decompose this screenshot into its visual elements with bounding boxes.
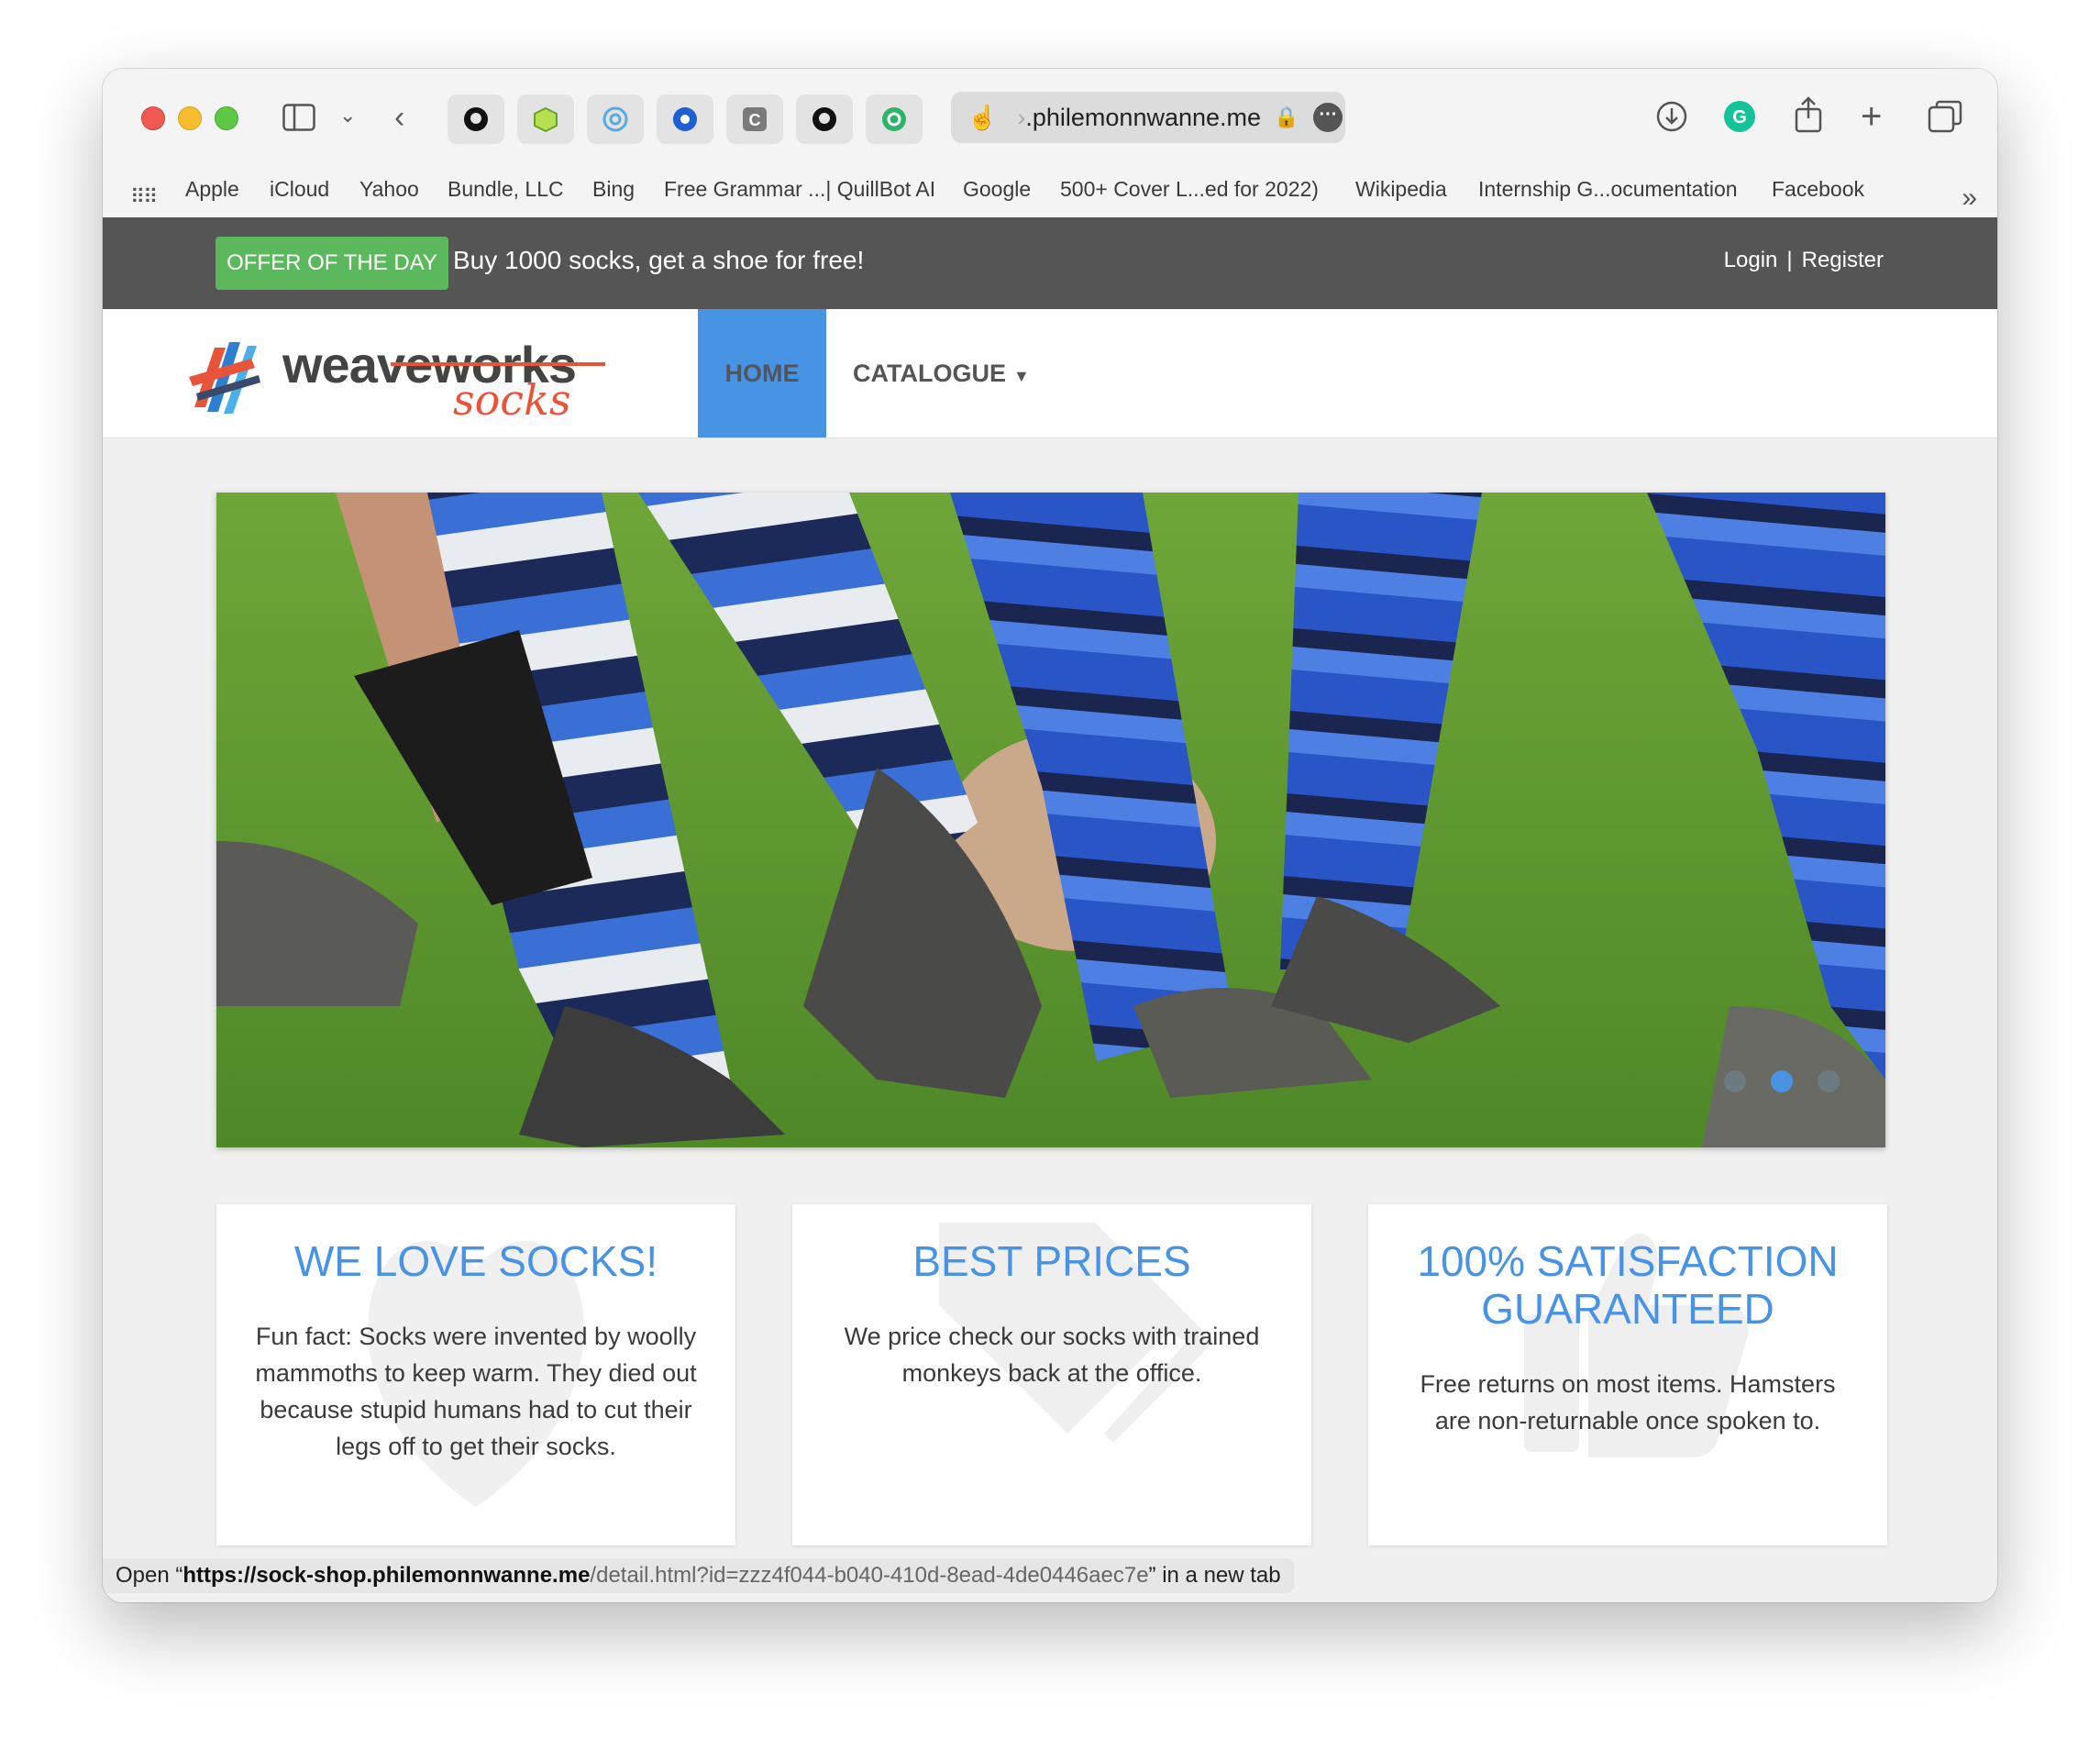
- logo-socks-text: socks: [453, 375, 571, 425]
- chevron-double-right-icon[interactable]: »: [1962, 183, 1977, 214]
- bookmark-internship[interactable]: Internship G...ocumentation: [1478, 177, 1738, 202]
- offer-top-bar: OFFER OF THE DAY Buy 1000 socks, get a s…: [103, 217, 1997, 309]
- refresh-extension-icon[interactable]: [866, 94, 923, 144]
- at-extension-icon[interactable]: [587, 94, 644, 144]
- auth-links: Login | Register: [1724, 248, 1884, 273]
- web-page: OFFER OF THE DAY Buy 1000 socks, get a s…: [103, 217, 1997, 1602]
- share-icon[interactable]: [1793, 96, 1824, 138]
- feature-title: WE LOVE SOCKS!: [293, 1237, 658, 1285]
- nav-catalogue-label: CATALOGUE: [853, 360, 1006, 387]
- cube-extension-icon[interactable]: [517, 94, 574, 144]
- feature-title: BEST PRICES: [912, 1237, 1191, 1285]
- lock-icon: 🔒: [1274, 105, 1299, 128]
- main-navbar: weaveworks socks HOME CATALOGUE ▼: [103, 309, 1997, 438]
- bookmark-cover-letter[interactable]: 500+ Cover L...ed for 2022): [1060, 177, 1319, 202]
- status-url-domain: https://sock-shop.philemonnwanne.me: [182, 1563, 591, 1588]
- weaveworks-socks-logo[interactable]: weaveworks socks: [187, 329, 605, 425]
- github-extension-icon[interactable]: [448, 94, 504, 144]
- feature-text: Fun fact: Socks were invented by woolly …: [255, 1323, 697, 1460]
- address-url: ›.philemonnwanne.me: [1017, 103, 1262, 131]
- tabs-overview-icon[interactable]: [1928, 100, 1962, 138]
- address-bar[interactable]: ☝ ›.philemonnwanne.me 🔒 ···: [951, 92, 1345, 143]
- logo-strikethrough: [391, 362, 605, 366]
- minimize-window-button[interactable]: [178, 106, 202, 130]
- bookmark-quillbot[interactable]: Free Grammar ...| QuillBot AI: [664, 177, 935, 202]
- close-window-button[interactable]: [141, 106, 165, 130]
- bookmark-bing[interactable]: Bing: [592, 177, 635, 202]
- nav-catalogue[interactable]: CATALOGUE ▼: [853, 309, 1030, 438]
- apps-grid-icon[interactable]: ⠿⠿: [130, 185, 158, 209]
- carousel-indicators: [1724, 1070, 1840, 1092]
- offer-of-the-day-badge[interactable]: OFFER OF THE DAY: [216, 237, 448, 290]
- bookmark-apple[interactable]: Apple: [185, 177, 239, 202]
- auth-separator: |: [1786, 248, 1793, 272]
- new-tab-icon[interactable]: +: [1861, 98, 1882, 135]
- bookmark-yahoo[interactable]: Yahoo: [359, 177, 419, 202]
- pointer-hand-icon: ☝: [967, 103, 998, 131]
- feature-title: 100% SATISFACTION GUARANTEED: [1417, 1237, 1839, 1333]
- status-prefix: Open “: [116, 1563, 183, 1588]
- feature-box-best-prices: BEST PRICES We price check our socks wit…: [792, 1204, 1311, 1545]
- feature-text: We price check our socks with trained mo…: [844, 1323, 1260, 1387]
- link-status-bar: Open “https://sock-shop.philemonnwanne.m…: [103, 1558, 1294, 1593]
- grammarly-icon[interactable]: G: [1723, 100, 1756, 138]
- carousel-dot-3[interactable]: [1818, 1070, 1840, 1092]
- chevron-down-icon[interactable]: ⌄: [339, 105, 356, 126]
- carousel-dot-1[interactable]: [1724, 1070, 1746, 1092]
- bookmark-wikipedia[interactable]: Wikipedia: [1355, 177, 1447, 202]
- bookmark-facebook[interactable]: Facebook: [1772, 177, 1864, 202]
- browser-window: ⌄ ‹ C ☝ ›.philemonnwanne.me 🔒 ··· G + ⠿⠿…: [103, 69, 1997, 1602]
- bookmark-google[interactable]: Google: [963, 177, 1031, 202]
- c-extension-icon[interactable]: C: [726, 94, 783, 144]
- swirl-extension-icon[interactable]: [657, 94, 713, 144]
- feature-box-satisfaction: 100% SATISFACTION GUARANTEED Free return…: [1368, 1204, 1887, 1545]
- feature-box-love-socks: WE LOVE SOCKS! Fun fact: Socks were inve…: [216, 1204, 735, 1545]
- weaveworks-logo-mark-icon: [189, 342, 260, 414]
- bookmark-icloud[interactable]: iCloud: [270, 177, 329, 202]
- zoom-window-button[interactable]: [215, 106, 238, 130]
- nav-home[interactable]: HOME: [698, 309, 826, 438]
- caret-down-icon: ▼: [1012, 367, 1030, 385]
- feature-text: Free returns on most items. Hamsters are…: [1420, 1370, 1836, 1434]
- login-link[interactable]: Login: [1724, 248, 1778, 272]
- hero-image-rugby-socks: [216, 493, 1885, 1147]
- download-icon[interactable]: [1655, 100, 1688, 138]
- carousel-dot-2[interactable]: [1771, 1070, 1793, 1092]
- browser-toolbar: ⌄ ‹ C ☝ ›.philemonnwanne.me 🔒 ··· G +: [103, 69, 1997, 165]
- more-options-icon[interactable]: ···: [1313, 103, 1343, 132]
- register-link[interactable]: Register: [1802, 248, 1884, 272]
- status-suffix: ” in a new tab: [1148, 1563, 1281, 1588]
- sidebar-icon[interactable]: [282, 104, 315, 137]
- hero-carousel[interactable]: [216, 493, 1885, 1147]
- svg-text:C: C: [749, 111, 761, 129]
- svg-text:G: G: [1732, 107, 1747, 127]
- bookmark-bundle[interactable]: Bundle, LLC: [448, 177, 564, 202]
- back-icon[interactable]: ‹: [394, 102, 404, 133]
- github-extension-icon-2[interactable]: [796, 94, 853, 144]
- status-url-path: /detail.html?id=zzz4f044-b040-410d-8ead-…: [590, 1563, 1149, 1588]
- offer-text: Buy 1000 socks, get a shoe for free!: [453, 246, 865, 274]
